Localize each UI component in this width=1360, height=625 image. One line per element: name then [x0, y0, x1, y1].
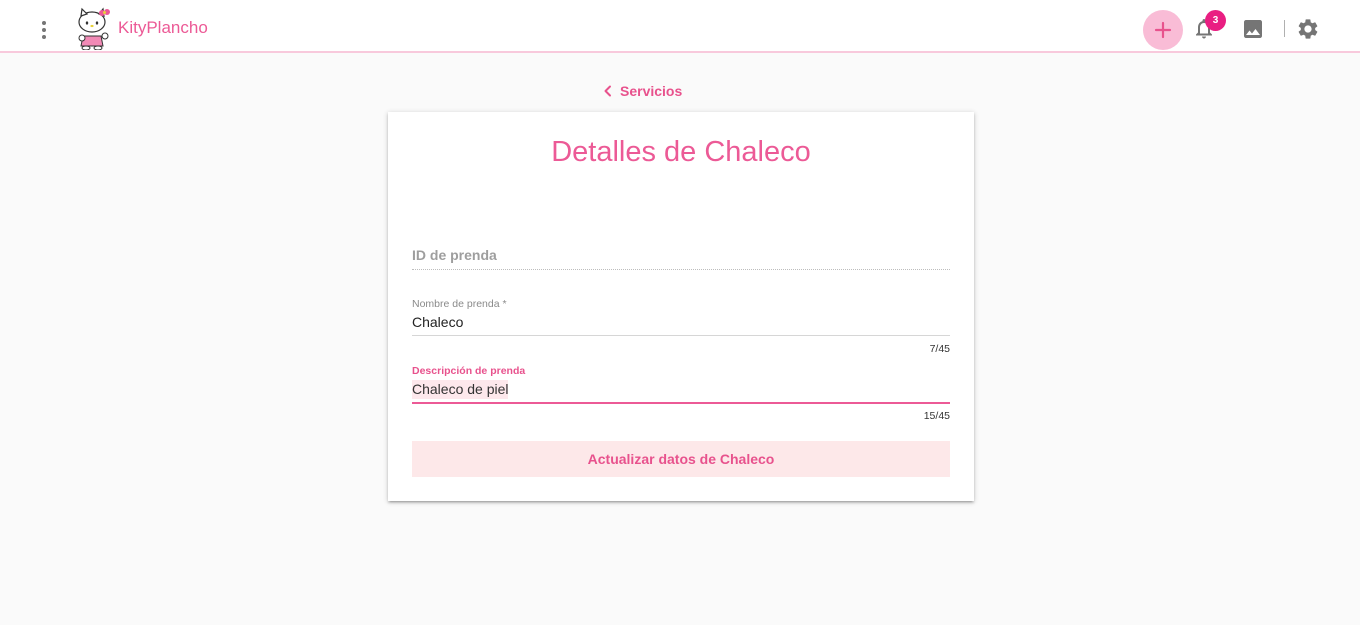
- garment-description-input[interactable]: [412, 381, 950, 397]
- garment-description-field[interactable]: Descripción de prenda: [412, 365, 950, 404]
- garment-name-input[interactable]: [412, 314, 950, 330]
- garment-name-label: Nombre de prenda *: [412, 298, 507, 310]
- garment-name-field[interactable]: Nombre de prenda *: [412, 298, 950, 336]
- garment-details-card: Detalles de Chaleco ID de prenda Nombre …: [388, 112, 974, 501]
- garment-id-field[interactable]: ID de prenda: [412, 242, 950, 270]
- chevron-left-icon: [604, 85, 611, 97]
- back-to-services-link[interactable]: Servicios: [602, 81, 682, 101]
- app-name[interactable]: KityPlancho: [118, 18, 208, 38]
- garment-description-label: Descripción de prenda: [412, 365, 526, 377]
- add-button[interactable]: [1143, 10, 1183, 50]
- more-vert-icon[interactable]: [32, 18, 56, 42]
- toolbar-divider: [1284, 20, 1285, 37]
- gallery-button[interactable]: [1241, 17, 1265, 41]
- hello-kitty-logo: [78, 7, 110, 50]
- garment-name-counter: 7/45: [929, 343, 950, 355]
- notification-badge: 3: [1205, 10, 1226, 31]
- update-garment-button[interactable]: Actualizar datos de Chaleco: [412, 441, 950, 477]
- plus-icon: [1154, 21, 1172, 39]
- back-link-label[interactable]: Servicios: [620, 83, 682, 99]
- top-app-bar: KityPlancho 3: [0, 0, 1360, 53]
- brand[interactable]: KityPlancho: [72, 6, 208, 50]
- garment-description-counter: 15/45: [923, 410, 950, 422]
- garment-id-placeholder: ID de prenda: [412, 247, 497, 263]
- gear-icon: [1298, 19, 1318, 39]
- settings-button[interactable]: [1296, 17, 1320, 41]
- image-icon: [1244, 20, 1262, 38]
- page-title: Detalles de Chaleco: [551, 136, 811, 168]
